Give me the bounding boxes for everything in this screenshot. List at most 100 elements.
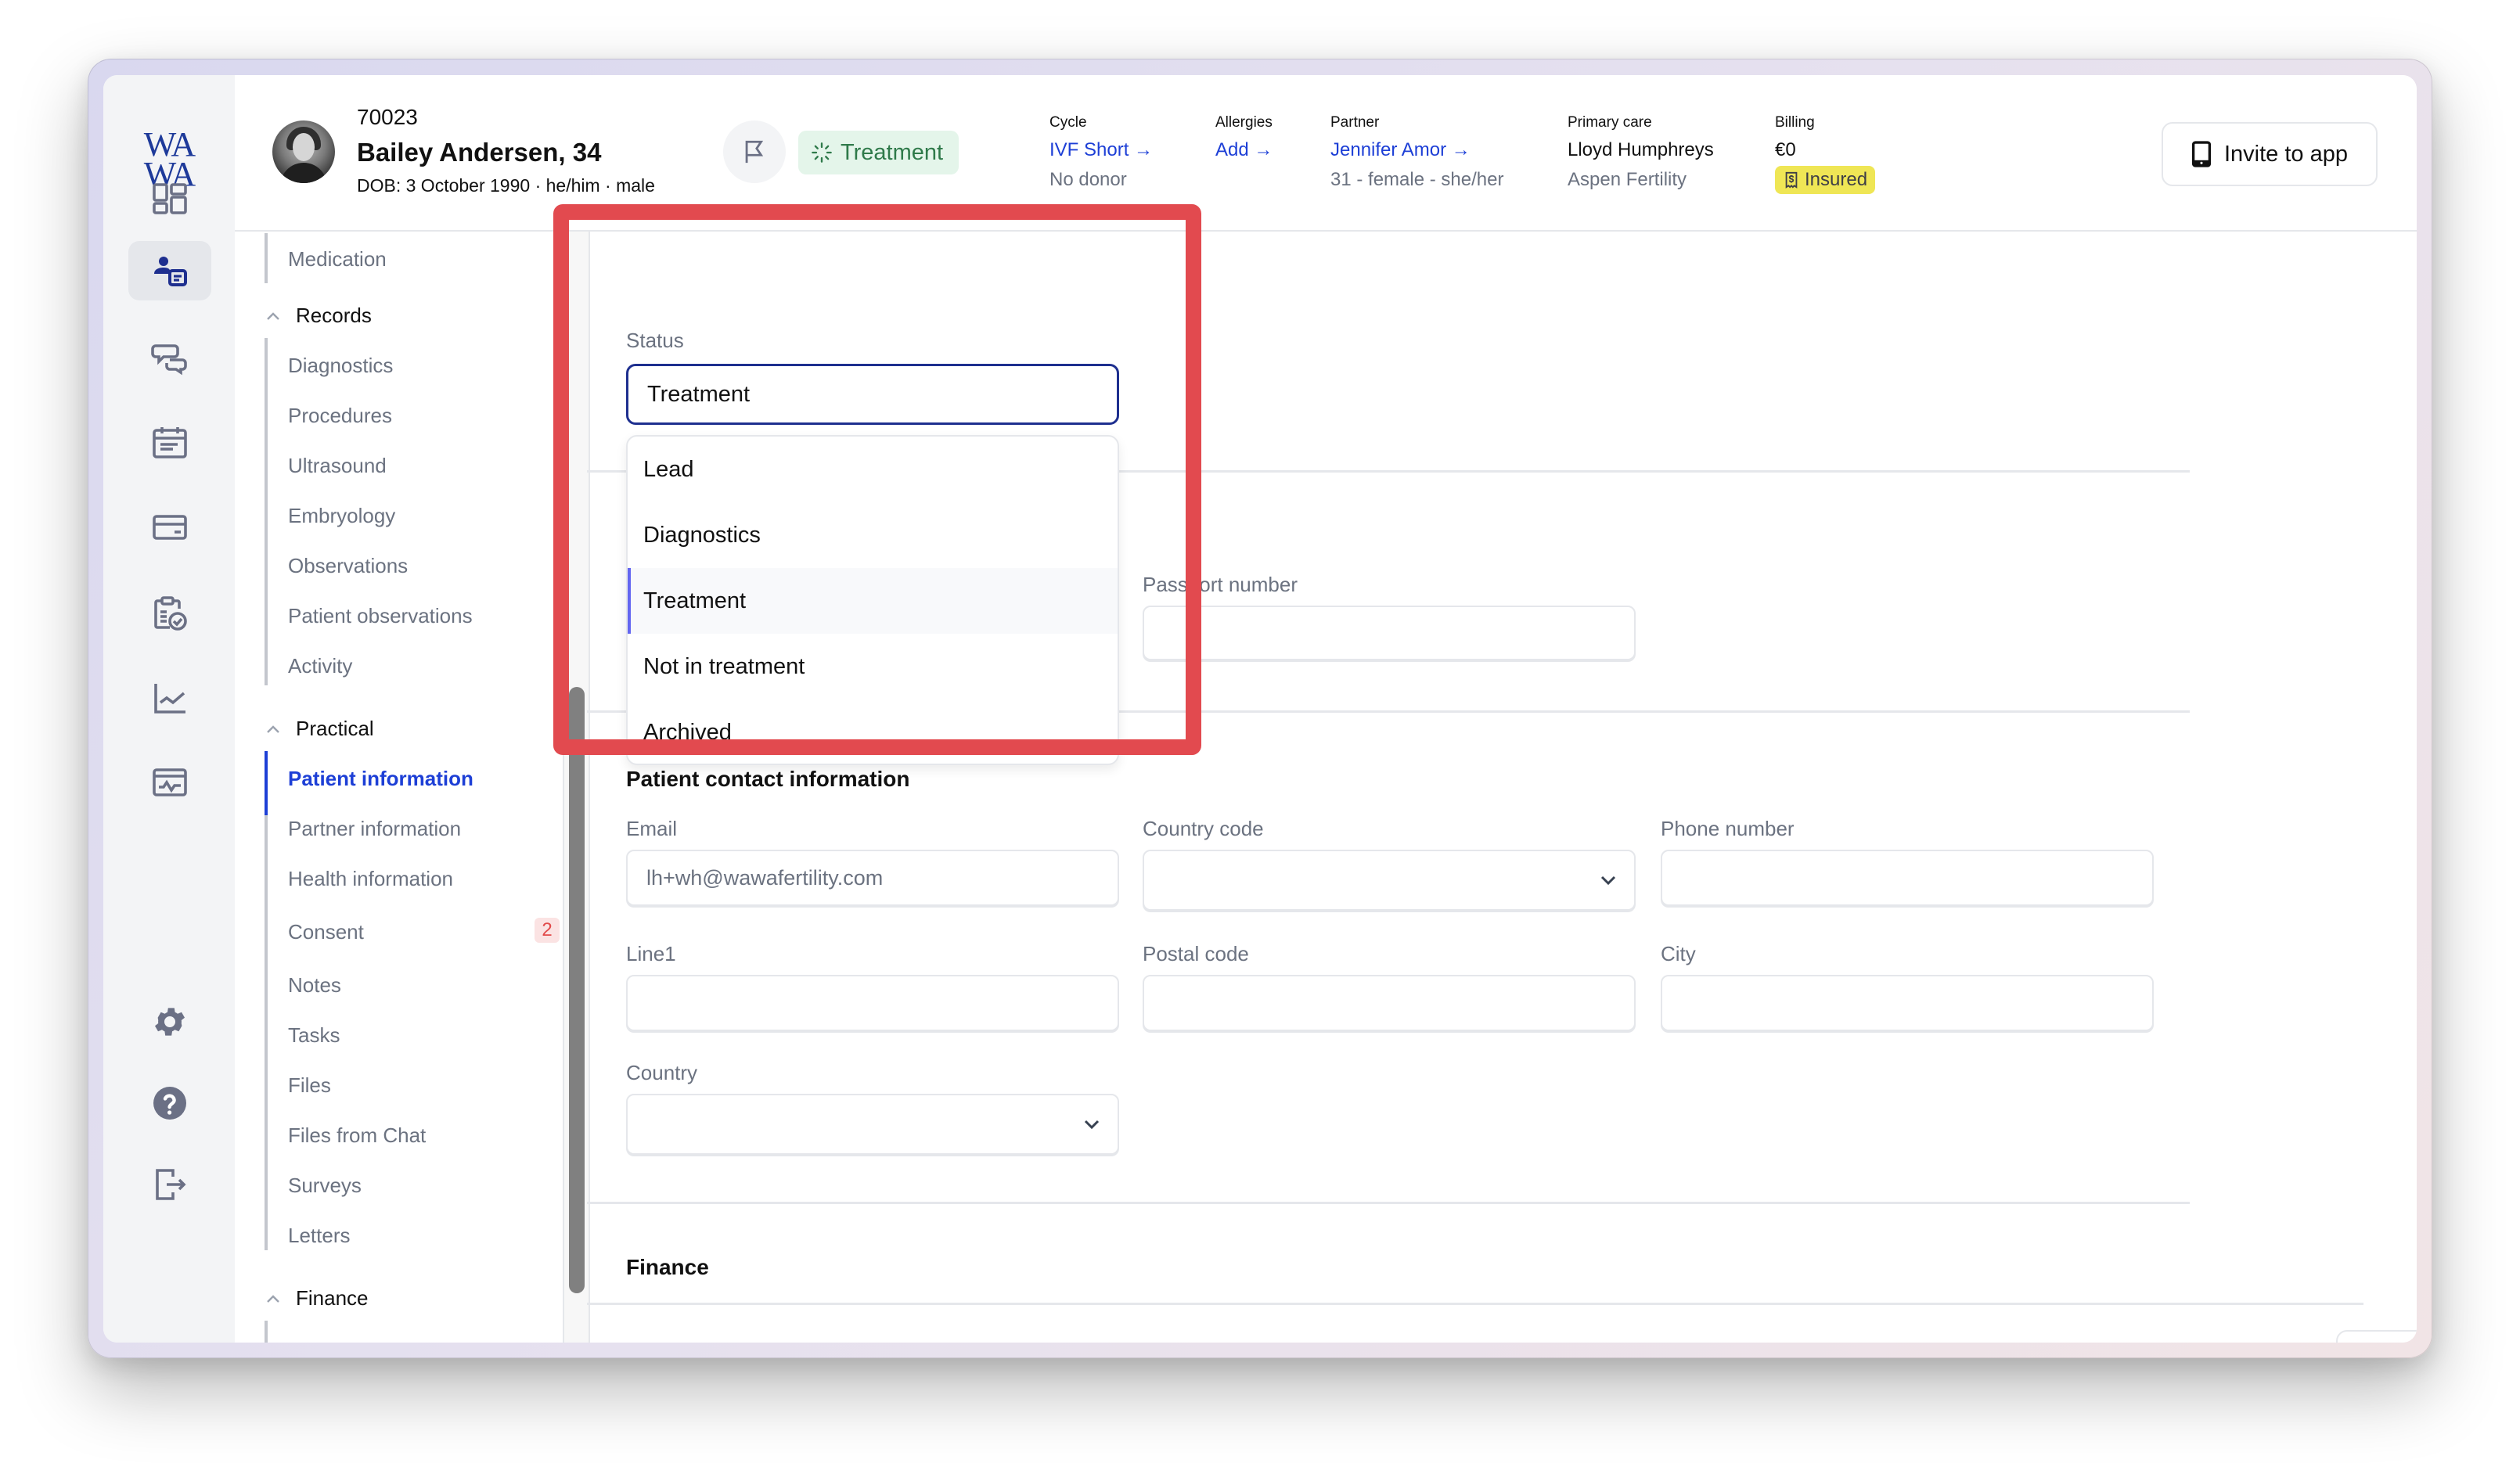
nav-item-diagnostics[interactable]: Diagnostics — [288, 354, 393, 378]
nav-item-files-from-chat[interactable]: Files from Chat — [288, 1123, 426, 1148]
nav-line — [265, 815, 268, 1186]
insured-badge-label: Insured — [1805, 169, 1868, 190]
status-option-lead[interactable]: Lead — [628, 437, 1118, 502]
nav-group-records[interactable]: Records — [266, 304, 372, 328]
nav-line — [265, 233, 268, 283]
rail-settings-button[interactable] — [128, 992, 211, 1052]
phone-input[interactable] — [1661, 850, 2154, 906]
receipt-dollar-icon — [1785, 171, 1798, 189]
meta-primary-care-value: Lloyd Humphreys — [1568, 139, 1714, 160]
partner-link[interactable]: Jennifer Amor → — [1330, 135, 1503, 166]
nav-item-medication[interactable]: Medication — [288, 247, 387, 271]
nav-item-consent-label: Consent — [288, 920, 364, 944]
rail-monitor-button[interactable] — [128, 753, 211, 812]
email-value: lh+wh@wawafertility.com — [646, 865, 884, 890]
nav-item-patient-observations[interactable]: Patient observations — [288, 604, 473, 628]
loading-spinner-icon — [812, 142, 832, 163]
icon-rail: WA WA — [103, 75, 236, 1343]
add-allergies-link[interactable]: Add → — [1215, 135, 1273, 166]
help-circle-icon — [153, 1087, 186, 1120]
nav-active-indicator — [265, 751, 268, 815]
status-option-archived[interactable]: Archived — [628, 699, 1118, 764]
patient-record-icon — [154, 257, 187, 286]
nav-item-tasks[interactable]: Tasks — [288, 1023, 340, 1048]
nav-scrollbar-thumb[interactable] — [569, 687, 585, 1293]
rail-help-button[interactable] — [128, 1073, 211, 1133]
nav-item-files[interactable]: Files — [288, 1073, 331, 1098]
status-option-diagnostics[interactable]: Diagnostics — [628, 502, 1118, 568]
patient-details: DOB: 3 October 1990 · he/him · male — [357, 175, 655, 196]
status-label: Status — [626, 329, 684, 352]
flag-icon — [745, 140, 764, 164]
status-badge[interactable]: Treatment — [798, 131, 959, 174]
country-label: Country — [626, 1061, 698, 1084]
status-option-treatment[interactable]: Treatment — [628, 568, 1118, 634]
status-select[interactable]: Treatment — [626, 364, 1119, 425]
patient-name: Bailey Andersen, 34 — [357, 138, 602, 167]
nav-item-partner-information[interactable]: Partner information — [288, 817, 461, 841]
flag-button[interactable] — [723, 120, 786, 183]
consent-count-badge: 2 — [535, 918, 560, 943]
city-input[interactable] — [1661, 975, 2154, 1031]
nav-group-practical[interactable]: Practical — [266, 717, 374, 741]
city-label: City — [1661, 942, 1696, 965]
chevron-up-icon — [267, 724, 279, 733]
nav-item-embryology[interactable]: Embryology — [288, 504, 395, 528]
clipboard-check-icon — [154, 596, 187, 631]
rail-logout-button[interactable] — [128, 1155, 211, 1214]
meta-primary-care-sub: Aspen Fertility — [1568, 169, 1687, 190]
nav-scrollbar[interactable] — [563, 232, 590, 1343]
meta-partner: Partner Jennifer Amor → 31 - female - sh… — [1330, 111, 1503, 194]
nav-item-letters[interactable]: Letters — [288, 1224, 351, 1248]
status-dropdown-menu: Lead Diagnostics Treatment Not in treatm… — [626, 435, 1119, 765]
email-input[interactable]: lh+wh@wawafertility.com — [626, 850, 1119, 906]
postal-code-input[interactable] — [1143, 975, 1636, 1031]
status-option-not-in-treatment[interactable]: Not in treatment — [628, 634, 1118, 699]
country-select[interactable] — [626, 1094, 1119, 1155]
rail-dashboard-button[interactable] — [128, 169, 211, 228]
nav-line — [265, 1186, 268, 1250]
rail-analytics-button[interactable] — [128, 668, 211, 728]
chevron-down-icon — [1084, 1120, 1100, 1130]
invite-to-app-label: Invite to app — [2224, 141, 2348, 167]
chevron-up-icon — [267, 1294, 279, 1303]
nav-group-finance[interactable]: Finance — [266, 1286, 369, 1310]
nav-item-consent[interactable]: Consent 2 — [288, 918, 563, 944]
rail-patients-button[interactable] — [128, 241, 211, 300]
nav-item-patient-information[interactable]: Patient information — [288, 767, 473, 791]
nav-item-ultrasound[interactable]: Ultrasound — [288, 454, 387, 478]
rail-tasks-button[interactable] — [128, 584, 211, 643]
line1-label: Line1 — [626, 942, 676, 965]
chevron-up-icon — [267, 311, 279, 320]
patient-id: 70023 — [357, 105, 418, 129]
nav-item-activity[interactable]: Activity — [288, 654, 352, 678]
rail-calendar-button[interactable] — [128, 413, 211, 473]
nav-item-health-information[interactable]: Health information — [288, 867, 453, 891]
meta-cycle-sub: No donor — [1049, 169, 1127, 190]
section-nav: Medication Records Diagnostics Procedure… — [235, 232, 563, 1343]
meta-allergies: Allergies Add → — [1215, 111, 1273, 166]
passport-input[interactable] — [1143, 606, 1636, 660]
patient-information-form: Status Treatment Passport number Patient… — [587, 232, 2417, 1343]
line1-input[interactable] — [626, 975, 1119, 1031]
save-button[interactable]: Save — [2336, 1330, 2417, 1343]
invite-to-app-button[interactable]: Invite to app — [2162, 122, 2378, 186]
passport-label: Passport number — [1143, 573, 1298, 596]
nav-item-surveys[interactable]: Surveys — [288, 1174, 362, 1198]
nav-group-label: Finance — [296, 1286, 369, 1310]
nav-item-notes[interactable]: Notes — [288, 973, 341, 998]
meta-billing-label: Billing — [1775, 114, 1815, 131]
rail-chat-button[interactable] — [128, 327, 211, 386]
nav-item-observations[interactable]: Observations — [288, 554, 408, 578]
chat-bubbles-icon — [151, 344, 187, 376]
country-code-select[interactable] — [1143, 850, 1636, 911]
patient-avatar[interactable] — [272, 120, 335, 183]
rail-billing-button[interactable] — [128, 498, 211, 557]
line-chart-icon — [154, 684, 185, 714]
credit-card-icon — [153, 515, 187, 540]
nav-item-procedures[interactable]: Procedures — [288, 404, 392, 428]
tablet-icon — [2191, 141, 2212, 167]
meta-primary-care-label: Primary care — [1568, 114, 1652, 131]
contact-section-title: Patient contact information — [626, 767, 910, 791]
cycle-link[interactable]: IVF Short → — [1049, 135, 1153, 166]
